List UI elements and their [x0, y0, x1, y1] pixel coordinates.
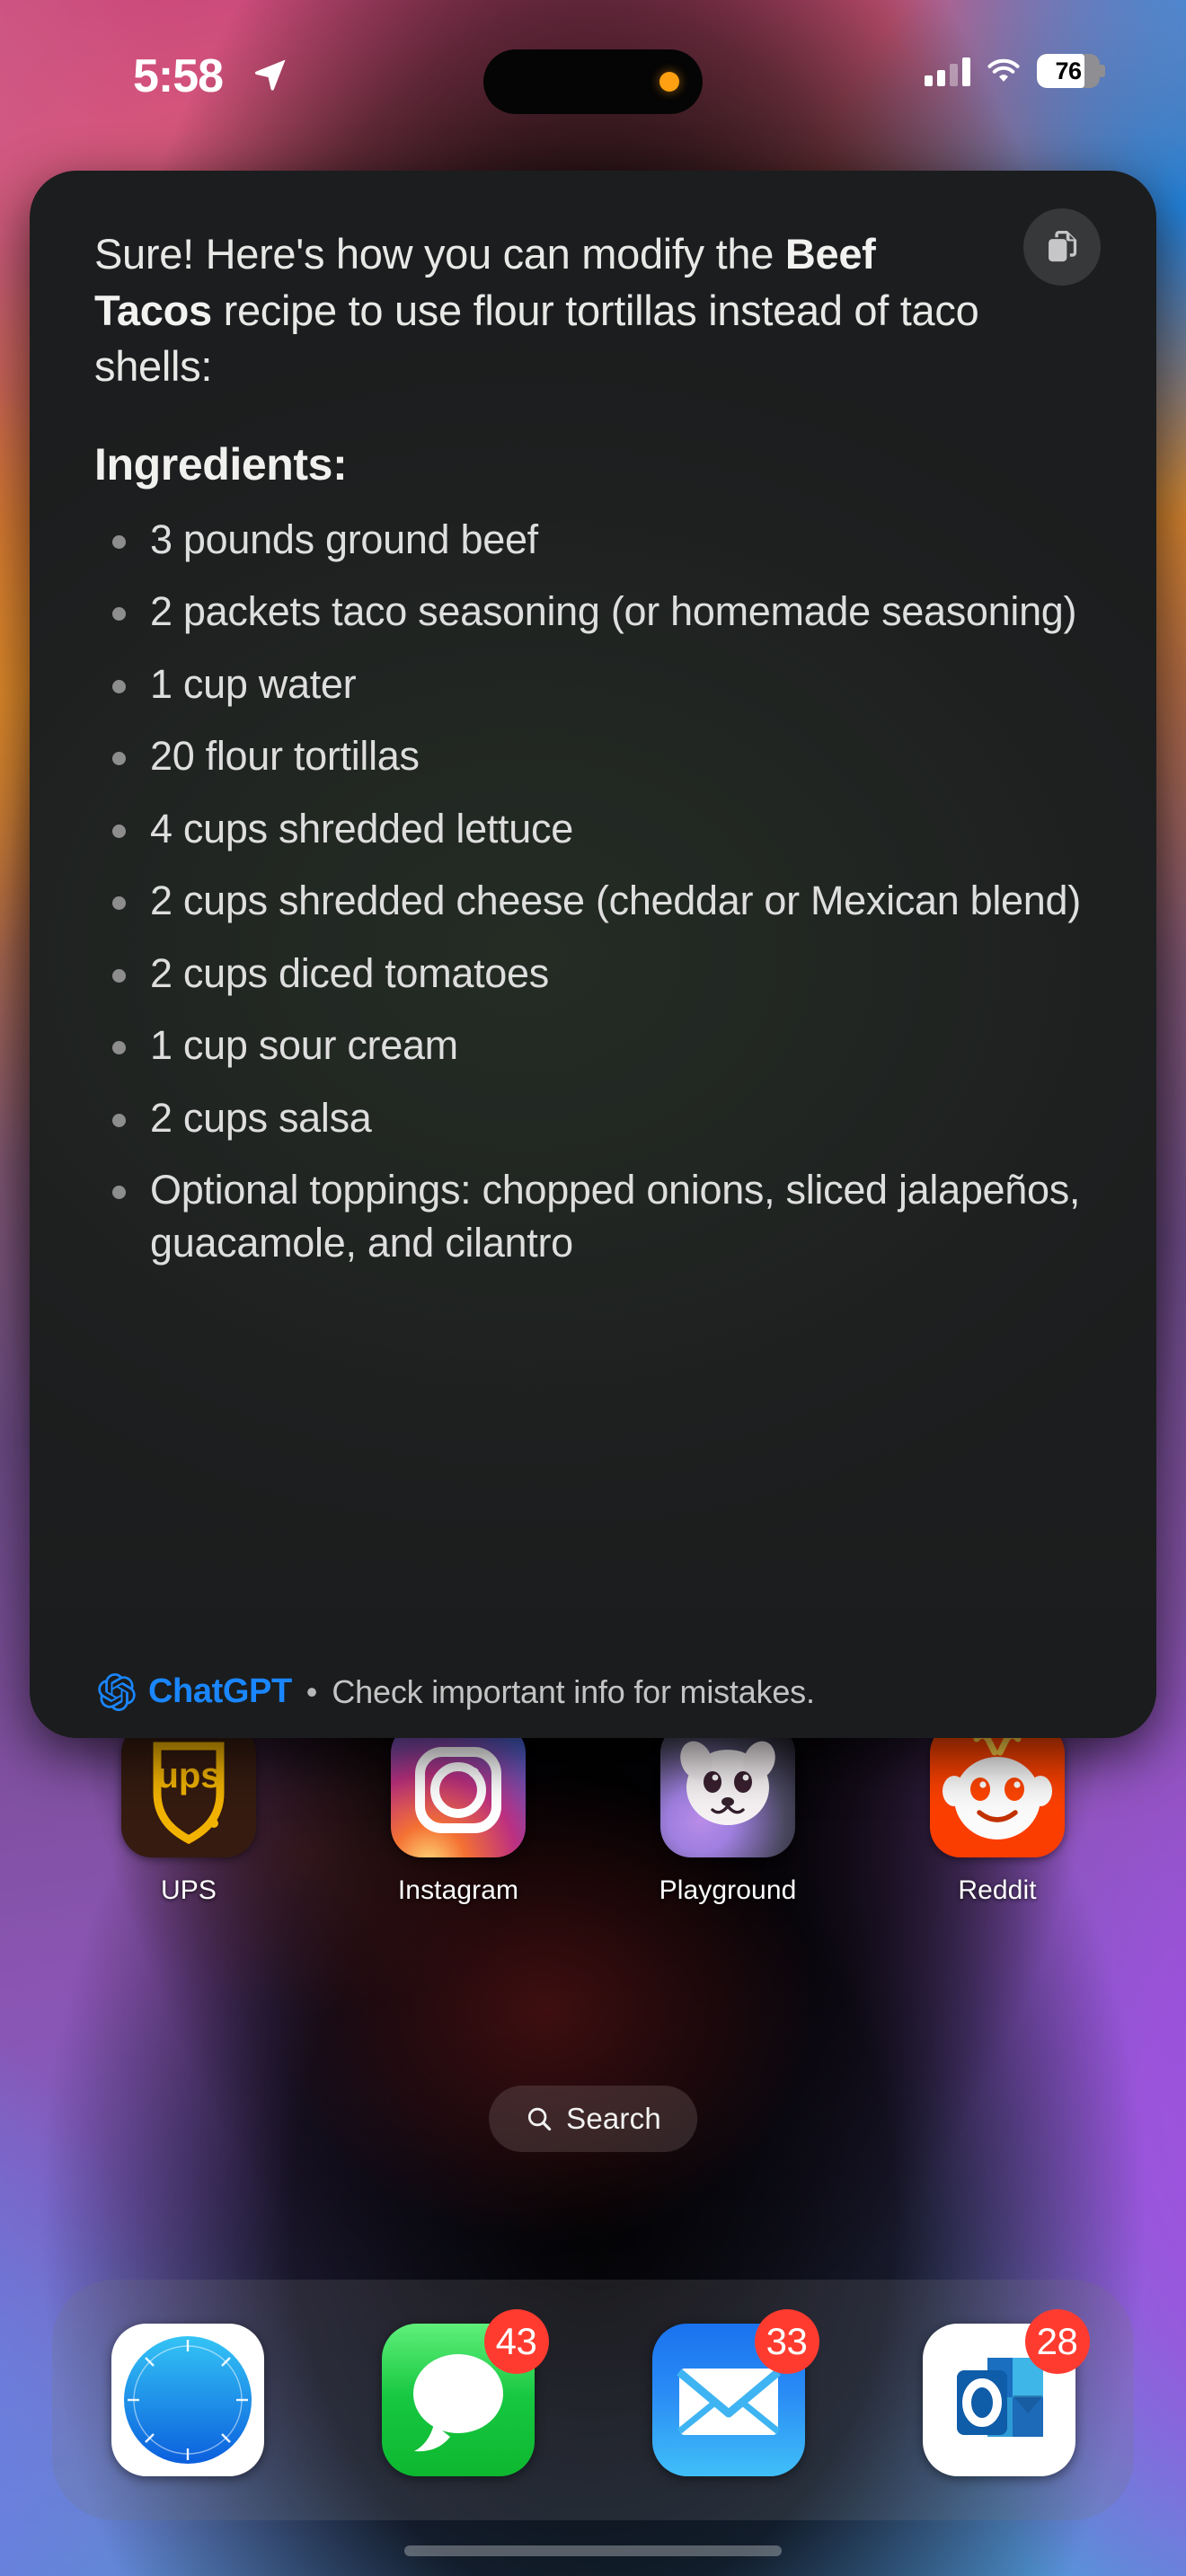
app-cell-instagram[interactable]: Instagram	[323, 1723, 593, 1906]
list-item: 2 cups diced tomatoes	[94, 948, 1093, 1001]
list-item: 2 packets taco seasoning (or homemade se…	[94, 586, 1093, 639]
app-label-playground: Playground	[659, 1875, 797, 1905]
badge-messages: 43	[483, 2309, 549, 2374]
reddit-alien-icon[interactable]	[930, 1723, 1065, 1857]
instagram-camera-icon[interactable]	[391, 1723, 526, 1857]
app-icon-grid: ups UPS Instagram Playground Reddit	[54, 1723, 1132, 1906]
search-label: Search	[566, 2102, 661, 2135]
copy-document-icon	[1049, 230, 1077, 262]
dock-item-mail[interactable]: 33	[593, 2309, 863, 2476]
footer-disclaimer: Check important info for mistakes.	[332, 1672, 815, 1710]
microphone-active-dot	[659, 72, 679, 92]
app-cell-playground[interactable]: Playground	[593, 1723, 863, 1906]
openai-logo-icon	[98, 1672, 136, 1711]
chatgpt-footer: ChatGPT • Check important info for mista…	[98, 1672, 815, 1711]
chatgpt-card-content: Sure! Here's how you can modify the Beef…	[30, 171, 1156, 1738]
badge-mail: 33	[754, 2309, 819, 2374]
chatgpt-response-card[interactable]: Sure! Here's how you can modify the Beef…	[30, 171, 1156, 1738]
list-item: Optional toppings: chopped onions, slice…	[94, 1164, 1093, 1269]
dock-item-messages[interactable]: 43	[323, 2309, 593, 2476]
search-magnifier-icon	[527, 2107, 552, 2131]
list-item: 2 cups salsa	[94, 1092, 1093, 1145]
app-label-reddit: Reddit	[958, 1875, 1037, 1905]
ups-shield-icon[interactable]: ups	[121, 1723, 256, 1857]
app-cell-ups[interactable]: ups UPS	[54, 1723, 323, 1906]
list-item: 3 pounds ground beef	[94, 514, 1093, 567]
intro-text-part1: Sure! Here's how you can modify the	[94, 230, 785, 278]
app-label-instagram: Instagram	[397, 1875, 519, 1905]
home-indicator[interactable]	[404, 2545, 782, 2556]
copy-button[interactable]	[1023, 208, 1101, 286]
safari-compass-icon[interactable]	[111, 2324, 264, 2476]
search-button[interactable]: Search	[489, 2086, 697, 2152]
svg-text:ups: ups	[156, 1756, 220, 1795]
intro-text-part2: recipe to use flour tortillas instead of…	[94, 286, 979, 391]
app-cell-reddit[interactable]: Reddit	[863, 1723, 1132, 1906]
chatgpt-brand: ChatGPT	[148, 1672, 292, 1710]
dock-item-outlook[interactable]: 28	[863, 2309, 1134, 2476]
dock-item-safari[interactable]	[52, 2324, 323, 2476]
list-item: 4 cups shredded lettuce	[94, 803, 1093, 856]
iphone-home-screen: ups UPS Instagram Playground Reddit Sear…	[0, 0, 1186, 2576]
playground-dog-icon[interactable]	[660, 1723, 795, 1857]
list-item: 20 flour tortillas	[94, 730, 1093, 783]
app-label-ups: UPS	[161, 1875, 217, 1905]
badge-outlook: 28	[1024, 2309, 1090, 2374]
list-item: 2 cups shredded cheese (cheddar or Mexic…	[94, 875, 1093, 928]
list-item: 1 cup sour cream	[94, 1019, 1093, 1072]
dock: 43 33 28	[52, 2280, 1134, 2520]
ingredients-heading: Ingredients:	[94, 438, 348, 490]
footer-separator: •	[305, 1672, 318, 1710]
dynamic-island[interactable]	[483, 49, 703, 114]
list-item: 1 cup water	[94, 658, 1093, 711]
intro-paragraph: Sure! Here's how you can modify the Beef…	[94, 226, 1093, 395]
ingredients-list: 3 pounds ground beef 2 packets taco seas…	[94, 514, 1093, 1270]
